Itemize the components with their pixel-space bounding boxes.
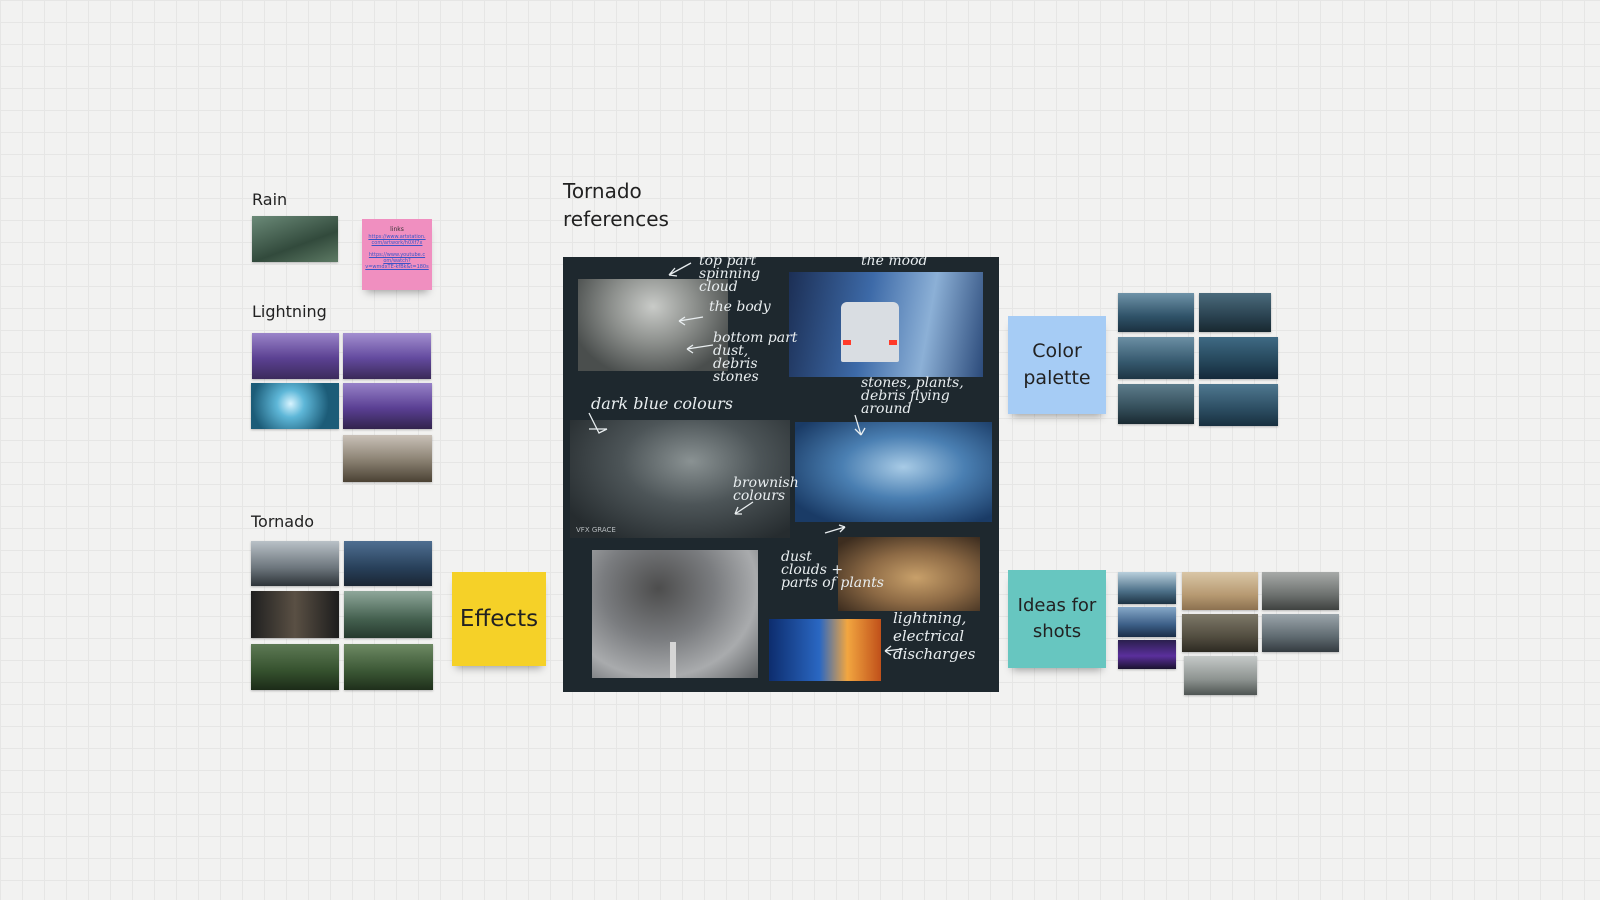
tornado-image-5[interactable] xyxy=(251,644,339,690)
tornado-image-4[interactable] xyxy=(344,591,432,638)
arrow-icon xyxy=(678,316,704,326)
lightning-label: Lightning xyxy=(252,302,327,321)
color-palette-sticky-note[interactable]: Color palette xyxy=(1008,316,1106,414)
arrow-icon xyxy=(854,414,866,436)
link-line[interactable]: com/artwork/h0Xf7x xyxy=(372,240,423,246)
arrow-icon xyxy=(588,412,608,434)
shot-image-6[interactable] xyxy=(1182,614,1258,652)
palette-image-6[interactable] xyxy=(1199,384,1278,426)
sticky-line: palette xyxy=(1023,367,1091,389)
lightning-image-3[interactable] xyxy=(251,383,339,429)
shot-image-4[interactable] xyxy=(1182,572,1258,610)
tornado-reference-board[interactable]: VFX GRACE top part spinning cloud the mo… xyxy=(563,257,999,692)
annotation-arrows xyxy=(588,262,904,656)
links-sticky-note[interactable]: links https://www.artstation. com/artwor… xyxy=(362,219,432,290)
link-line[interactable]: v=wmdxTE-kfBk&t=180s xyxy=(365,264,428,270)
links-heading: links xyxy=(390,226,404,233)
tornado-image-1[interactable] xyxy=(251,541,339,586)
lightning-image-4[interactable] xyxy=(343,383,432,429)
shot-image-8[interactable] xyxy=(1184,656,1257,695)
effects-sticky-note[interactable]: Effects xyxy=(452,572,546,666)
effects-sticky-text: Effects xyxy=(459,606,539,632)
rain-image-1[interactable] xyxy=(252,216,338,262)
tornado-image-3[interactable] xyxy=(251,591,339,638)
palette-image-3[interactable] xyxy=(1118,337,1194,379)
arrow-icon xyxy=(884,645,904,656)
tornado-image-2[interactable] xyxy=(344,541,432,586)
palette-image-1[interactable] xyxy=(1118,293,1194,332)
ideas-text: Ideas for shots xyxy=(1018,593,1097,645)
ideas-for-shots-sticky-note[interactable]: Ideas for shots xyxy=(1008,570,1106,668)
color-palette-text: Color palette xyxy=(1023,338,1090,392)
sticky-line: shots xyxy=(1032,621,1082,642)
sticky-line: Color xyxy=(1032,340,1082,362)
arrow-icon xyxy=(824,524,846,534)
lightning-image-5[interactable] xyxy=(343,435,432,482)
arrow-icon xyxy=(668,262,692,277)
sticky-line: Ideas for xyxy=(1017,595,1097,616)
shot-image-5[interactable] xyxy=(1262,572,1339,610)
palette-image-5[interactable] xyxy=(1118,384,1194,424)
arrow-icon xyxy=(686,344,714,354)
shot-image-3[interactable] xyxy=(1118,640,1176,669)
tornado-references-title: Tornado references xyxy=(563,177,669,233)
shot-image-1[interactable] xyxy=(1118,572,1176,604)
palette-image-4[interactable] xyxy=(1199,337,1278,379)
palette-image-2[interactable] xyxy=(1199,293,1271,332)
shot-image-7[interactable] xyxy=(1262,614,1339,652)
title-line-2: references xyxy=(563,207,669,231)
arrow-icon xyxy=(734,501,754,515)
tornado-label: Tornado xyxy=(251,512,315,531)
title-line-1: Tornado xyxy=(563,179,642,203)
lightning-image-1[interactable] xyxy=(252,333,339,379)
shot-image-2[interactable] xyxy=(1118,607,1176,637)
rain-label: Rain xyxy=(252,190,288,209)
lightning-image-2[interactable] xyxy=(343,333,431,379)
tornado-image-6[interactable] xyxy=(344,644,433,690)
